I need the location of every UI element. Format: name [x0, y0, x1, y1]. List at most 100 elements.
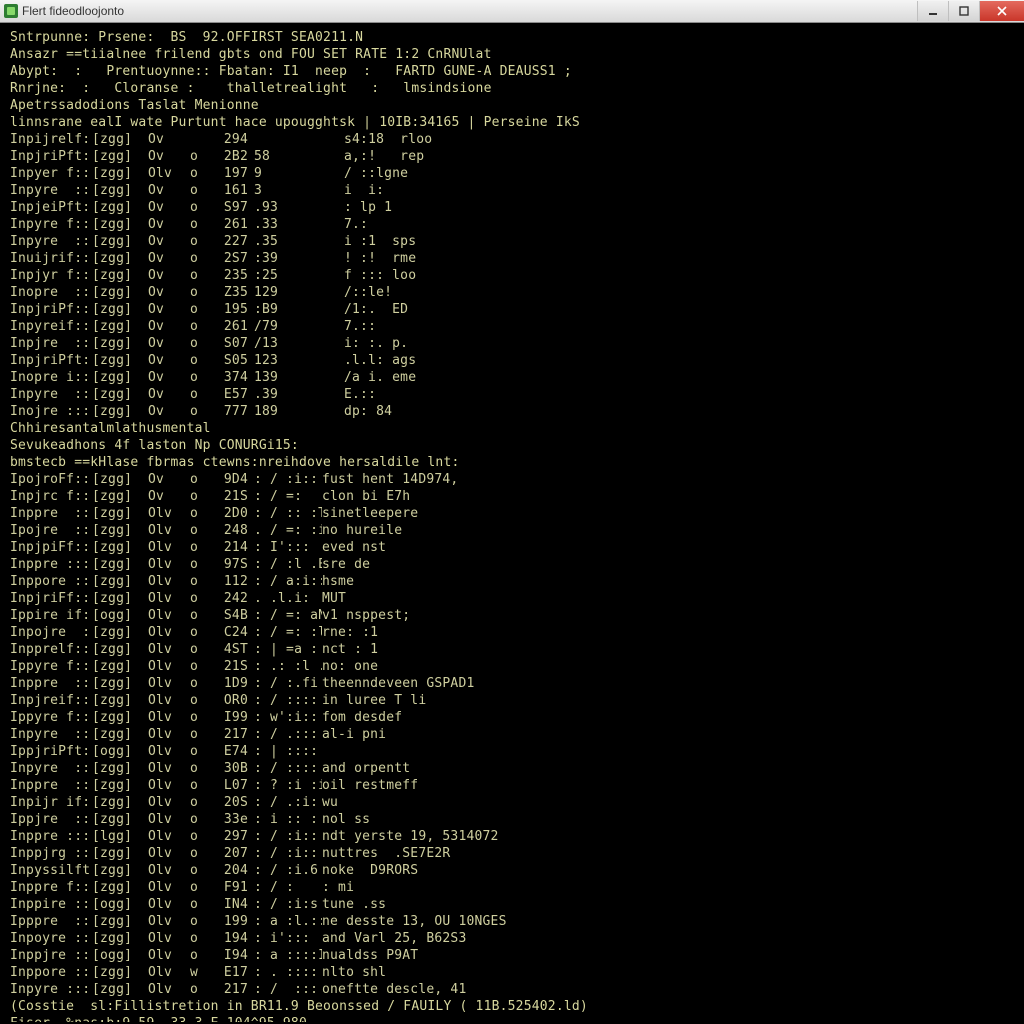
table-row: IppjriPft:[ogg]OlvoE74:| ::::	[10, 743, 1014, 760]
table-row: Inpyre f::[zgg]Ovo261.337.:	[10, 216, 1014, 233]
cell-c6: .93	[254, 199, 294, 216]
table-row: Inpojre ::[zgg]OlvoC24:/ =: :lrne: :1	[10, 624, 1014, 641]
cell-c7: / =:	[270, 488, 322, 505]
cell-c4: o	[180, 658, 208, 675]
cell-c4: w	[180, 964, 208, 981]
cell-c4: o	[180, 760, 208, 777]
cell-c5: Z35	[208, 284, 254, 301]
table-row: Inpyre :::[zgg]OvoE57.39E.::	[10, 386, 1014, 403]
cell-c3: Ov	[148, 233, 180, 250]
cell-c4: o	[180, 947, 208, 964]
cell-c1: Inopre i::	[10, 369, 92, 386]
cell-c8: eved nst	[322, 539, 1014, 556]
close-icon	[996, 6, 1008, 16]
cell-c4: o	[180, 981, 208, 998]
cell-c8: hsme	[322, 573, 1014, 590]
cell-c1: Inojre :::	[10, 403, 92, 420]
cell-c8: MUT	[322, 590, 1014, 607]
cell-c4: o	[180, 522, 208, 539]
cell-c7	[294, 318, 344, 335]
cell-c5: 20S	[208, 794, 254, 811]
terminal-line: Apetrssadodions Taslat Menionne	[10, 97, 1014, 114]
cell-c3: Olv	[148, 896, 180, 913]
cell-c3: Olv	[148, 981, 180, 998]
cell-c1: Ippyre f::	[10, 709, 92, 726]
cell-c7	[294, 403, 344, 420]
cell-c1: InpjeiPft:	[10, 199, 92, 216]
cell-c6: :	[254, 777, 270, 794]
cell-c2: [lgg]	[92, 828, 148, 845]
cell-c6: 3	[254, 182, 294, 199]
cell-c5: 33e	[208, 811, 254, 828]
cell-c6: :	[254, 743, 270, 760]
cell-c1: InpjriPft:	[10, 148, 92, 165]
cell-c4: o	[180, 607, 208, 624]
table-row: Inpjreif::[zgg]OlvoOR0:/ ::::in luree T …	[10, 692, 1014, 709]
cell-c6: :	[254, 913, 270, 930]
cell-c7: / :i.6	[270, 862, 322, 879]
cell-c1: Inppre ::	[10, 505, 92, 522]
table-row: Inppire ::[ogg]OlvoIN4:/ :i:stune .ss	[10, 896, 1014, 913]
cell-c4: o	[180, 148, 208, 165]
cell-c7: / =: aN	[270, 607, 322, 624]
cell-c8: ndt yerste 19, 5314072	[322, 828, 1014, 845]
cell-c2: [zgg]	[92, 216, 148, 233]
cell-c5: 214	[208, 539, 254, 556]
maximize-button[interactable]	[948, 1, 979, 21]
terminal-line: Ansazr ==tiialnee frilend gbts ond FOU S…	[10, 46, 1014, 63]
terminal-output[interactable]: Sntrpunne: Prsene: BS 92.OFFIRST SEA0211…	[2, 23, 1022, 1022]
cell-c3: Olv	[148, 658, 180, 675]
cell-c5: 204	[208, 862, 254, 879]
cell-c7	[294, 233, 344, 250]
cell-c1: Inpyre ::	[10, 182, 92, 199]
table-row: Inpyre :::[zgg]Olvo217:/ :::oneftte desc…	[10, 981, 1014, 998]
cell-c4: o	[180, 165, 208, 182]
cell-c1: Inpyre :::	[10, 386, 92, 403]
cell-c3: Olv	[148, 828, 180, 845]
cell-c2: [zgg]	[92, 199, 148, 216]
minimize-button[interactable]	[917, 1, 948, 21]
cell-c5: 2D0	[208, 505, 254, 522]
cell-c5: OR0	[208, 692, 254, 709]
cell-c7	[294, 335, 344, 352]
cell-c1: Inpyre ::	[10, 233, 92, 250]
cell-c4: o	[180, 777, 208, 794]
cell-c8: nualdss P9AT	[322, 947, 1014, 964]
cell-c4: o	[180, 335, 208, 352]
cell-c5: F91	[208, 879, 254, 896]
cell-c7: / a:i::	[270, 573, 322, 590]
cell-c3: Olv	[148, 165, 180, 182]
cell-c2: [zgg]	[92, 148, 148, 165]
cell-c3: Olv	[148, 641, 180, 658]
maximize-icon	[959, 6, 969, 16]
cell-c1: Inpyreif::	[10, 318, 92, 335]
cell-c6: .	[254, 522, 270, 539]
cell-c2: [ogg]	[92, 743, 148, 760]
table-row: Inppre ::[zgg]OlvoL07:? :i :ioil restmef…	[10, 777, 1014, 794]
cell-c4: o	[180, 930, 208, 947]
cell-c2: [zgg]	[92, 182, 148, 199]
cell-c6: :	[254, 471, 270, 488]
cell-c8: clon bi E7h	[322, 488, 1014, 505]
cell-c1: Inopre ::	[10, 284, 92, 301]
cell-c2: [zgg]	[92, 845, 148, 862]
cell-c6: .	[254, 590, 270, 607]
table-row: Inopre i::[zgg]Ovo374139/a i. eme	[10, 369, 1014, 386]
cell-c2: [zgg]	[92, 964, 148, 981]
cell-c5: C24	[208, 624, 254, 641]
cell-c4: o	[180, 624, 208, 641]
cell-c8: /a i. eme	[344, 369, 1014, 386]
close-button[interactable]	[979, 1, 1024, 21]
cell-c5: 374	[208, 369, 254, 386]
cell-c1: Inppire ::	[10, 896, 92, 913]
cell-c4: o	[180, 352, 208, 369]
table-row: Inopre ::[zgg]OvoZ35129/::le!	[10, 284, 1014, 301]
cell-c3: Ov	[148, 250, 180, 267]
cell-c5: E74	[208, 743, 254, 760]
cell-c2: [zgg]	[92, 488, 148, 505]
table-row: Ippyre f::[zgg]Olvo21S:.: :l .Nno: one	[10, 658, 1014, 675]
table-row: Inojre :::[zgg]Ovo777189dp: 84	[10, 403, 1014, 420]
cell-c1: Inpoyre ::	[10, 930, 92, 947]
table-row: Ipppre ::[zgg]Olvo199:a :l.::ne desste 1…	[10, 913, 1014, 930]
cell-c7: / :.fi	[270, 675, 322, 692]
